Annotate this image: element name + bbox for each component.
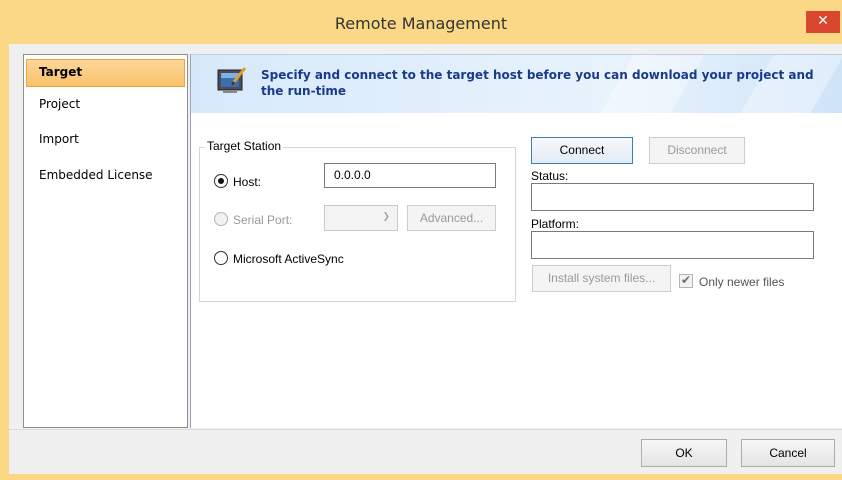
only-newer-files-checkbox[interactable]	[679, 273, 693, 288]
host-label: Host:	[233, 175, 262, 189]
activesync-label: Microsoft ActiveSync	[233, 252, 344, 266]
activesync-radio[interactable]	[214, 251, 228, 265]
target-page: Specify and connect to the target host b…	[190, 54, 842, 428]
title-bar[interactable]: Remote Management ✕	[0, 0, 842, 44]
status-label: Status:	[531, 169, 569, 183]
serial-port-label: Serial Port:	[233, 213, 293, 227]
host-input[interactable]: 0.0.0.0	[324, 163, 496, 188]
info-banner: Specify and connect to the target host b…	[191, 55, 842, 113]
close-button[interactable]: ✕	[806, 11, 840, 33]
advanced-button[interactable]: Advanced...	[407, 205, 496, 231]
disconnect-button[interactable]: Disconnect	[649, 137, 745, 164]
install-system-files-button[interactable]: Install system files...	[532, 265, 671, 292]
close-icon: ✕	[817, 13, 829, 29]
platform-label: Platform:	[531, 217, 580, 231]
footer-divider	[9, 429, 842, 430]
sidebar-item-import[interactable]: Import	[26, 126, 185, 154]
window-title: Remote Management	[334, 14, 508, 33]
only-newer-files-label: Only newer files	[699, 275, 785, 289]
sidebar-nav: Target Project Import Embedded License	[23, 54, 188, 428]
connect-button[interactable]: Connect	[531, 137, 633, 164]
sidebar-item-project[interactable]: Project	[26, 91, 185, 119]
cancel-button[interactable]: Cancel	[741, 439, 835, 467]
platform-field[interactable]	[531, 231, 814, 259]
banner-text: Specify and connect to the target host b…	[261, 68, 814, 98]
remote-management-window: Remote Management ✕ Target Project Impor…	[0, 0, 842, 480]
sidebar-item-embedded-license[interactable]: Embedded License	[26, 162, 185, 190]
serial-port-select[interactable]: ❯	[324, 205, 398, 231]
chevron-down-icon: ❯	[382, 212, 390, 222]
host-radio[interactable]	[214, 174, 228, 188]
target-station-label: Target Station	[205, 139, 284, 153]
status-field[interactable]	[531, 183, 814, 211]
sidebar-item-target[interactable]: Target	[26, 59, 185, 87]
ok-button[interactable]: OK	[641, 439, 727, 467]
dialog-client-area: Target Project Import Embedded License S…	[9, 44, 842, 474]
monitor-pen-icon	[217, 67, 247, 93]
serial-port-radio[interactable]	[214, 212, 228, 226]
